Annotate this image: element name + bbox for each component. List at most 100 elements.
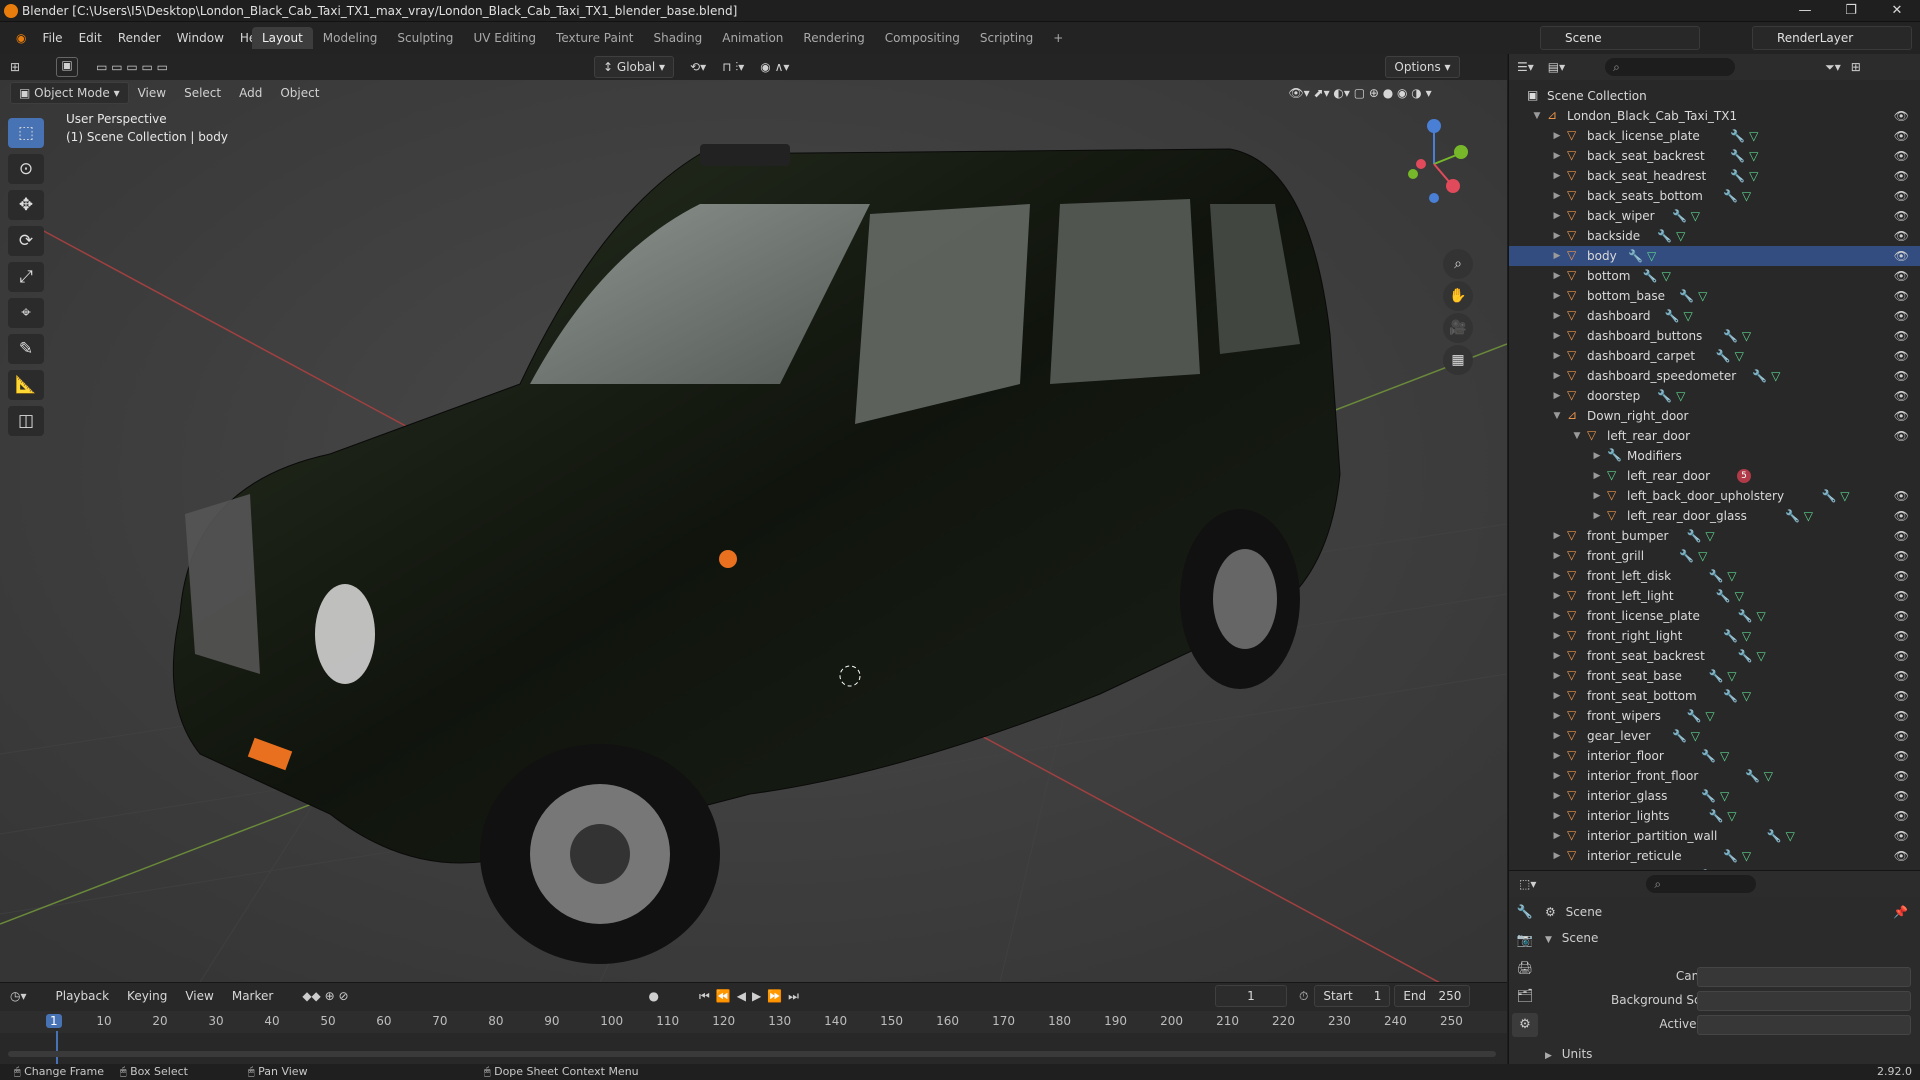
timeline-editor[interactable]: ◷▾ Playback Keying View Marker ◆◆ ⊕ ⊘ ● ⏮⏪◀… xyxy=(0,982,1507,1065)
viewport-menu-object[interactable]: Object xyxy=(271,86,328,100)
measure-tool-icon[interactable]: 📐 xyxy=(8,370,44,400)
visibility-eye-icon[interactable]: 👁 xyxy=(1894,566,1909,586)
visibility-eye-icon[interactable]: 👁 xyxy=(1894,326,1909,346)
expand-arrow-icon[interactable]: ▶ xyxy=(1551,306,1563,326)
outliner-search-field[interactable]: ⌕ xyxy=(1605,58,1736,76)
scene-tab-icon[interactable]: ⚙ xyxy=(1512,1013,1538,1037)
camera-field[interactable] xyxy=(1697,967,1911,987)
selection-mode-icons[interactable]: ▭ ▭ ▭ ▭ ▭ xyxy=(96,60,168,74)
collection-row[interactable]: ▼ ⊿ London_Black_Cab_Taxi_TX1 👁 xyxy=(1509,106,1920,126)
object-row-front-seat-bottom[interactable]: ▶ ▽ front_seat_bottom 🔧 ▽ 👁 xyxy=(1509,686,1920,706)
menu-edit[interactable]: Edit xyxy=(71,31,110,45)
scale-tool-icon[interactable]: ⤢ xyxy=(8,262,44,292)
expand-arrow-icon[interactable]: ▶ xyxy=(1551,706,1563,726)
timeline-menu-view[interactable]: View xyxy=(176,989,222,1003)
expand-arrow-icon[interactable]: ▶ xyxy=(1551,586,1563,606)
object-row-gear-lever[interactable]: ▶ ▽ gear_lever 🔧 ▽ 👁 xyxy=(1509,726,1920,746)
object-row-doorstep[interactable]: ▶ ▽ doorstep 🔧 ▽ 👁 xyxy=(1509,386,1920,406)
expand-arrow-icon[interactable]: ▶ xyxy=(1551,546,1563,566)
visibility-eye-icon[interactable]: 👁 xyxy=(1894,826,1909,846)
object-row-interior-glass[interactable]: ▶ ▽ interior_glass 🔧 ▽ 👁 xyxy=(1509,786,1920,806)
units-panel-header[interactable]: ▶ Units xyxy=(1545,1047,1592,1061)
expand-arrow-icon[interactable]: ▶ xyxy=(1551,686,1563,706)
tab-texture-paint[interactable]: Texture Paint xyxy=(546,27,643,49)
add-cube-tool-icon[interactable]: ◫ xyxy=(8,406,44,436)
object-row-bottom-base[interactable]: ▶ ▽ bottom_base 🔧 ▽ 👁 xyxy=(1509,286,1920,306)
object-row-left-back-door-upholstery[interactable]: ▶ ▽ left_back_door_upholstery 🔧 ▽ 👁 xyxy=(1509,486,1920,506)
move-tool-icon[interactable]: ✥ xyxy=(8,190,44,220)
tab-rendering[interactable]: Rendering xyxy=(793,27,874,49)
expand-arrow-icon[interactable]: ▶ xyxy=(1551,346,1563,366)
tool-tab-icon[interactable]: 🔧 xyxy=(1512,901,1538,925)
object-row-body[interactable]: ▶ ▽ body 🔧 ▽ 👁 xyxy=(1509,246,1920,266)
object-row-front-wipers[interactable]: ▶ ▽ front_wipers 🔧 ▽ 👁 xyxy=(1509,706,1920,726)
visibility-eye-icon[interactable]: 👁 xyxy=(1894,166,1909,186)
add-workspace-button[interactable]: + xyxy=(1043,27,1073,49)
properties-editor-icon[interactable]: ⬚▾ xyxy=(1519,877,1536,891)
visibility-eye-icon[interactable]: 👁 xyxy=(1894,746,1909,766)
options-button[interactable]: Options ▾ xyxy=(1385,56,1460,78)
visibility-eye-icon[interactable]: 👁 xyxy=(1894,286,1909,306)
keyframe-icons[interactable]: ◆◆ ⊕ ⊘ xyxy=(302,989,348,1003)
expand-arrow-icon[interactable]: ▶ xyxy=(1551,606,1563,626)
expand-arrow-icon[interactable]: ▶ xyxy=(1551,386,1563,406)
expand-arrow-icon[interactable]: ▶ xyxy=(1551,526,1563,546)
object-row-front-bumper[interactable]: ▶ ▽ front_bumper 🔧 ▽ 👁 xyxy=(1509,526,1920,546)
transform-tool-icon[interactable]: ⌖ xyxy=(8,298,44,328)
playhead[interactable] xyxy=(56,1031,58,1065)
visibility-eye-icon[interactable]: 👁 xyxy=(1894,226,1909,246)
visibility-eye-icon[interactable]: 👁 xyxy=(1894,766,1909,786)
mode-select[interactable]: ▣ Object Mode ▾ xyxy=(10,82,129,104)
object-row-left-rear-door-glass[interactable]: ▶ ▽ left_rear_door_glass 🔧 ▽ 👁 xyxy=(1509,506,1920,526)
zoom-icon[interactable]: ⌕ xyxy=(1443,249,1473,279)
visibility-eye-icon[interactable]: 👁 xyxy=(1894,366,1909,386)
menu-file[interactable]: File xyxy=(34,31,70,45)
scene-panel-header[interactable]: ▼ Scene xyxy=(1545,931,1598,945)
tab-uv-editing[interactable]: UV Editing xyxy=(463,27,546,49)
menu-render[interactable]: Render xyxy=(110,31,169,45)
timeline-ruler[interactable]: 1 10 20 30 40 50 60 70 80 90 100 110 120 130 140 150 160… xyxy=(0,1011,1507,1065)
expand-arrow-icon[interactable]: ▶ xyxy=(1551,326,1563,346)
camera-view-icon[interactable]: 🎥 xyxy=(1443,313,1473,343)
viewport-shading-icons[interactable]: 👁▾ ⬈▾ ◐▾ ▢ ⊕ ● ◉ ◑ ▾ xyxy=(1288,86,1431,100)
visibility-eye-icon[interactable]: 👁 xyxy=(1894,206,1909,226)
expand-arrow-icon[interactable]: ▶ xyxy=(1551,786,1563,806)
render-tab-icon[interactable]: 📷 xyxy=(1512,929,1538,953)
object-row-interior-reticule[interactable]: ▶ ▽ interior_reticule 🔧 ▽ 👁 xyxy=(1509,846,1920,866)
annotate-tool-icon[interactable]: ✎ xyxy=(8,334,44,364)
timeline-menu-keying[interactable]: Keying xyxy=(118,989,176,1003)
display-mode-icon[interactable]: ▤▾ xyxy=(1548,60,1565,74)
properties-search-field[interactable]: ⌕ xyxy=(1646,875,1757,893)
cursor-tool-icon[interactable]: ⊙ xyxy=(8,154,44,184)
object-row-interior-lights[interactable]: ▶ ▽ interior_lights 🔧 ▽ 👁 xyxy=(1509,806,1920,826)
object-row-front-grill[interactable]: ▶ ▽ front_grill 🔧 ▽ 👁 xyxy=(1509,546,1920,566)
properties-panel[interactable]: ⬚▾ ⌕ 🔧 📷 🖨 🗂 ⚙ ⚙ Scene 📌 ▼ Scene Camera … xyxy=(1508,870,1920,1064)
expand-arrow-icon[interactable]: ▶ xyxy=(1551,726,1563,746)
filter-icon[interactable]: ⏷▾ xyxy=(1825,60,1841,75)
object-row-front-left-disk[interactable]: ▶ ▽ front_left_disk 🔧 ▽ 👁 xyxy=(1509,566,1920,586)
visibility-eye-icon[interactable]: 👁 xyxy=(1894,306,1909,326)
tab-layout[interactable]: Layout xyxy=(252,27,313,49)
visibility-eye-icon[interactable]: 👁 xyxy=(1894,626,1909,646)
tab-compositing[interactable]: Compositing xyxy=(875,27,970,49)
blender-menu-icon[interactable]: ◉ xyxy=(8,31,34,45)
visibility-eye-icon[interactable]: 👁 xyxy=(1894,186,1909,206)
timeline-scrollbar[interactable] xyxy=(8,1051,1496,1057)
expand-arrow-icon[interactable]: ▶ xyxy=(1551,246,1563,266)
object-row-back-license-plate[interactable]: ▶ ▽ back_license_plate 🔧 ▽ 👁 xyxy=(1509,126,1920,146)
axis-gizmo-icon[interactable] xyxy=(1389,114,1489,214)
object-row-dashboard-carpet[interactable]: ▶ ▽ dashboard_carpet 🔧 ▽ 👁 xyxy=(1509,346,1920,366)
visibility-eye-icon[interactable]: 👁 xyxy=(1894,546,1909,566)
visibility-eye-icon[interactable]: 👁 xyxy=(1894,266,1909,286)
visibility-eye-icon[interactable]: 👁 xyxy=(1894,386,1909,406)
scene-collection-row[interactable]: ▣ Scene Collection xyxy=(1509,86,1920,106)
expand-arrow-icon[interactable]: ▶ xyxy=(1591,466,1603,486)
object-row-interior-front-floor[interactable]: ▶ ▽ interior_front_floor 🔧 ▽ 👁 xyxy=(1509,766,1920,786)
object-row-interior-partition-wall[interactable]: ▶ ▽ interior_partition_wall 🔧 ▽ 👁 xyxy=(1509,826,1920,846)
editor-type-icon[interactable]: ⊞ xyxy=(10,60,20,74)
viewport-menu-view[interactable]: View xyxy=(129,86,175,100)
object-row-dashboard-speedometer[interactable]: ▶ ▽ dashboard_speedometer 🔧 ▽ 👁 xyxy=(1509,366,1920,386)
visibility-eye-icon[interactable]: 👁 xyxy=(1894,426,1909,446)
object-row-front-seat-base[interactable]: ▶ ▽ front_seat_base 🔧 ▽ 👁 xyxy=(1509,666,1920,686)
tab-animation[interactable]: Animation xyxy=(712,27,793,49)
